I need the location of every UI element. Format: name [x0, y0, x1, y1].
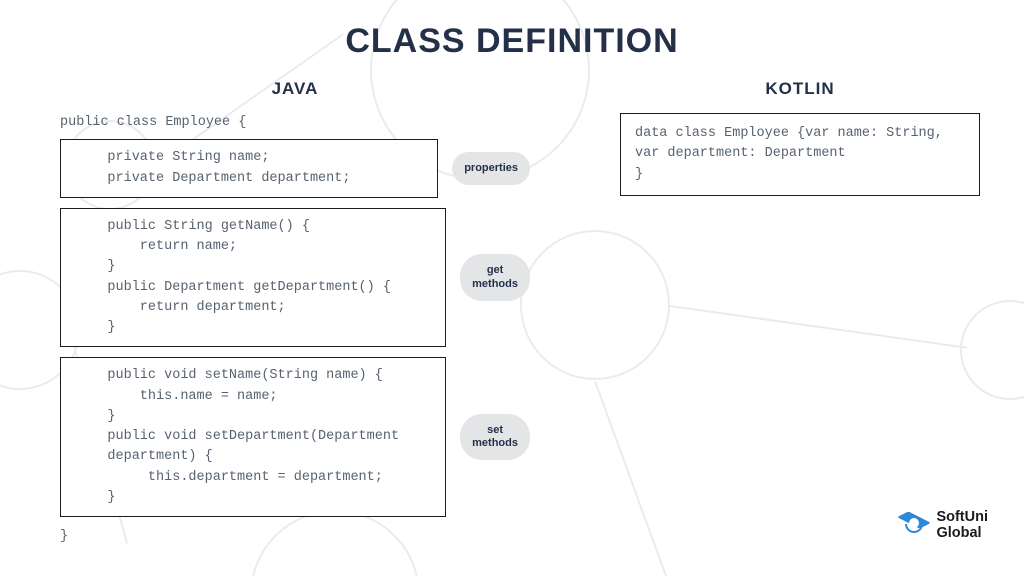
kotlin-code: data class Employee {var name: String, v…	[620, 113, 980, 196]
java-get-code: public String getName() { return name; }…	[60, 208, 446, 348]
graduation-cap-icon	[900, 514, 928, 538]
java-set-row: public void setName(String name) { this.…	[60, 357, 530, 517]
java-properties-row: private String name; private Department …	[60, 139, 530, 198]
set-methods-label: set methods	[460, 414, 530, 460]
logo-line1: SoftUni	[936, 510, 988, 526]
brand-logo: SoftUni Global	[900, 510, 988, 542]
properties-label: properties	[452, 152, 530, 185]
java-get-row: public String getName() { return name; }…	[60, 208, 530, 348]
get-methods-label: get methods	[460, 254, 530, 300]
java-heading: JAVA	[60, 79, 530, 99]
logo-line2: Global	[936, 526, 988, 542]
kotlin-column: KOTLIN data class Employee {var name: St…	[620, 79, 980, 196]
java-class-open: public class Employee {	[60, 113, 530, 133]
java-properties-code: private String name; private Department …	[60, 139, 438, 198]
java-column: JAVA public class Employee { private Str…	[60, 79, 530, 547]
java-class-close: }	[60, 527, 530, 547]
java-set-code: public void setName(String name) { this.…	[60, 357, 446, 517]
kotlin-heading: KOTLIN	[620, 79, 980, 99]
page-title: CLASS DEFINITION	[0, 0, 1024, 61]
